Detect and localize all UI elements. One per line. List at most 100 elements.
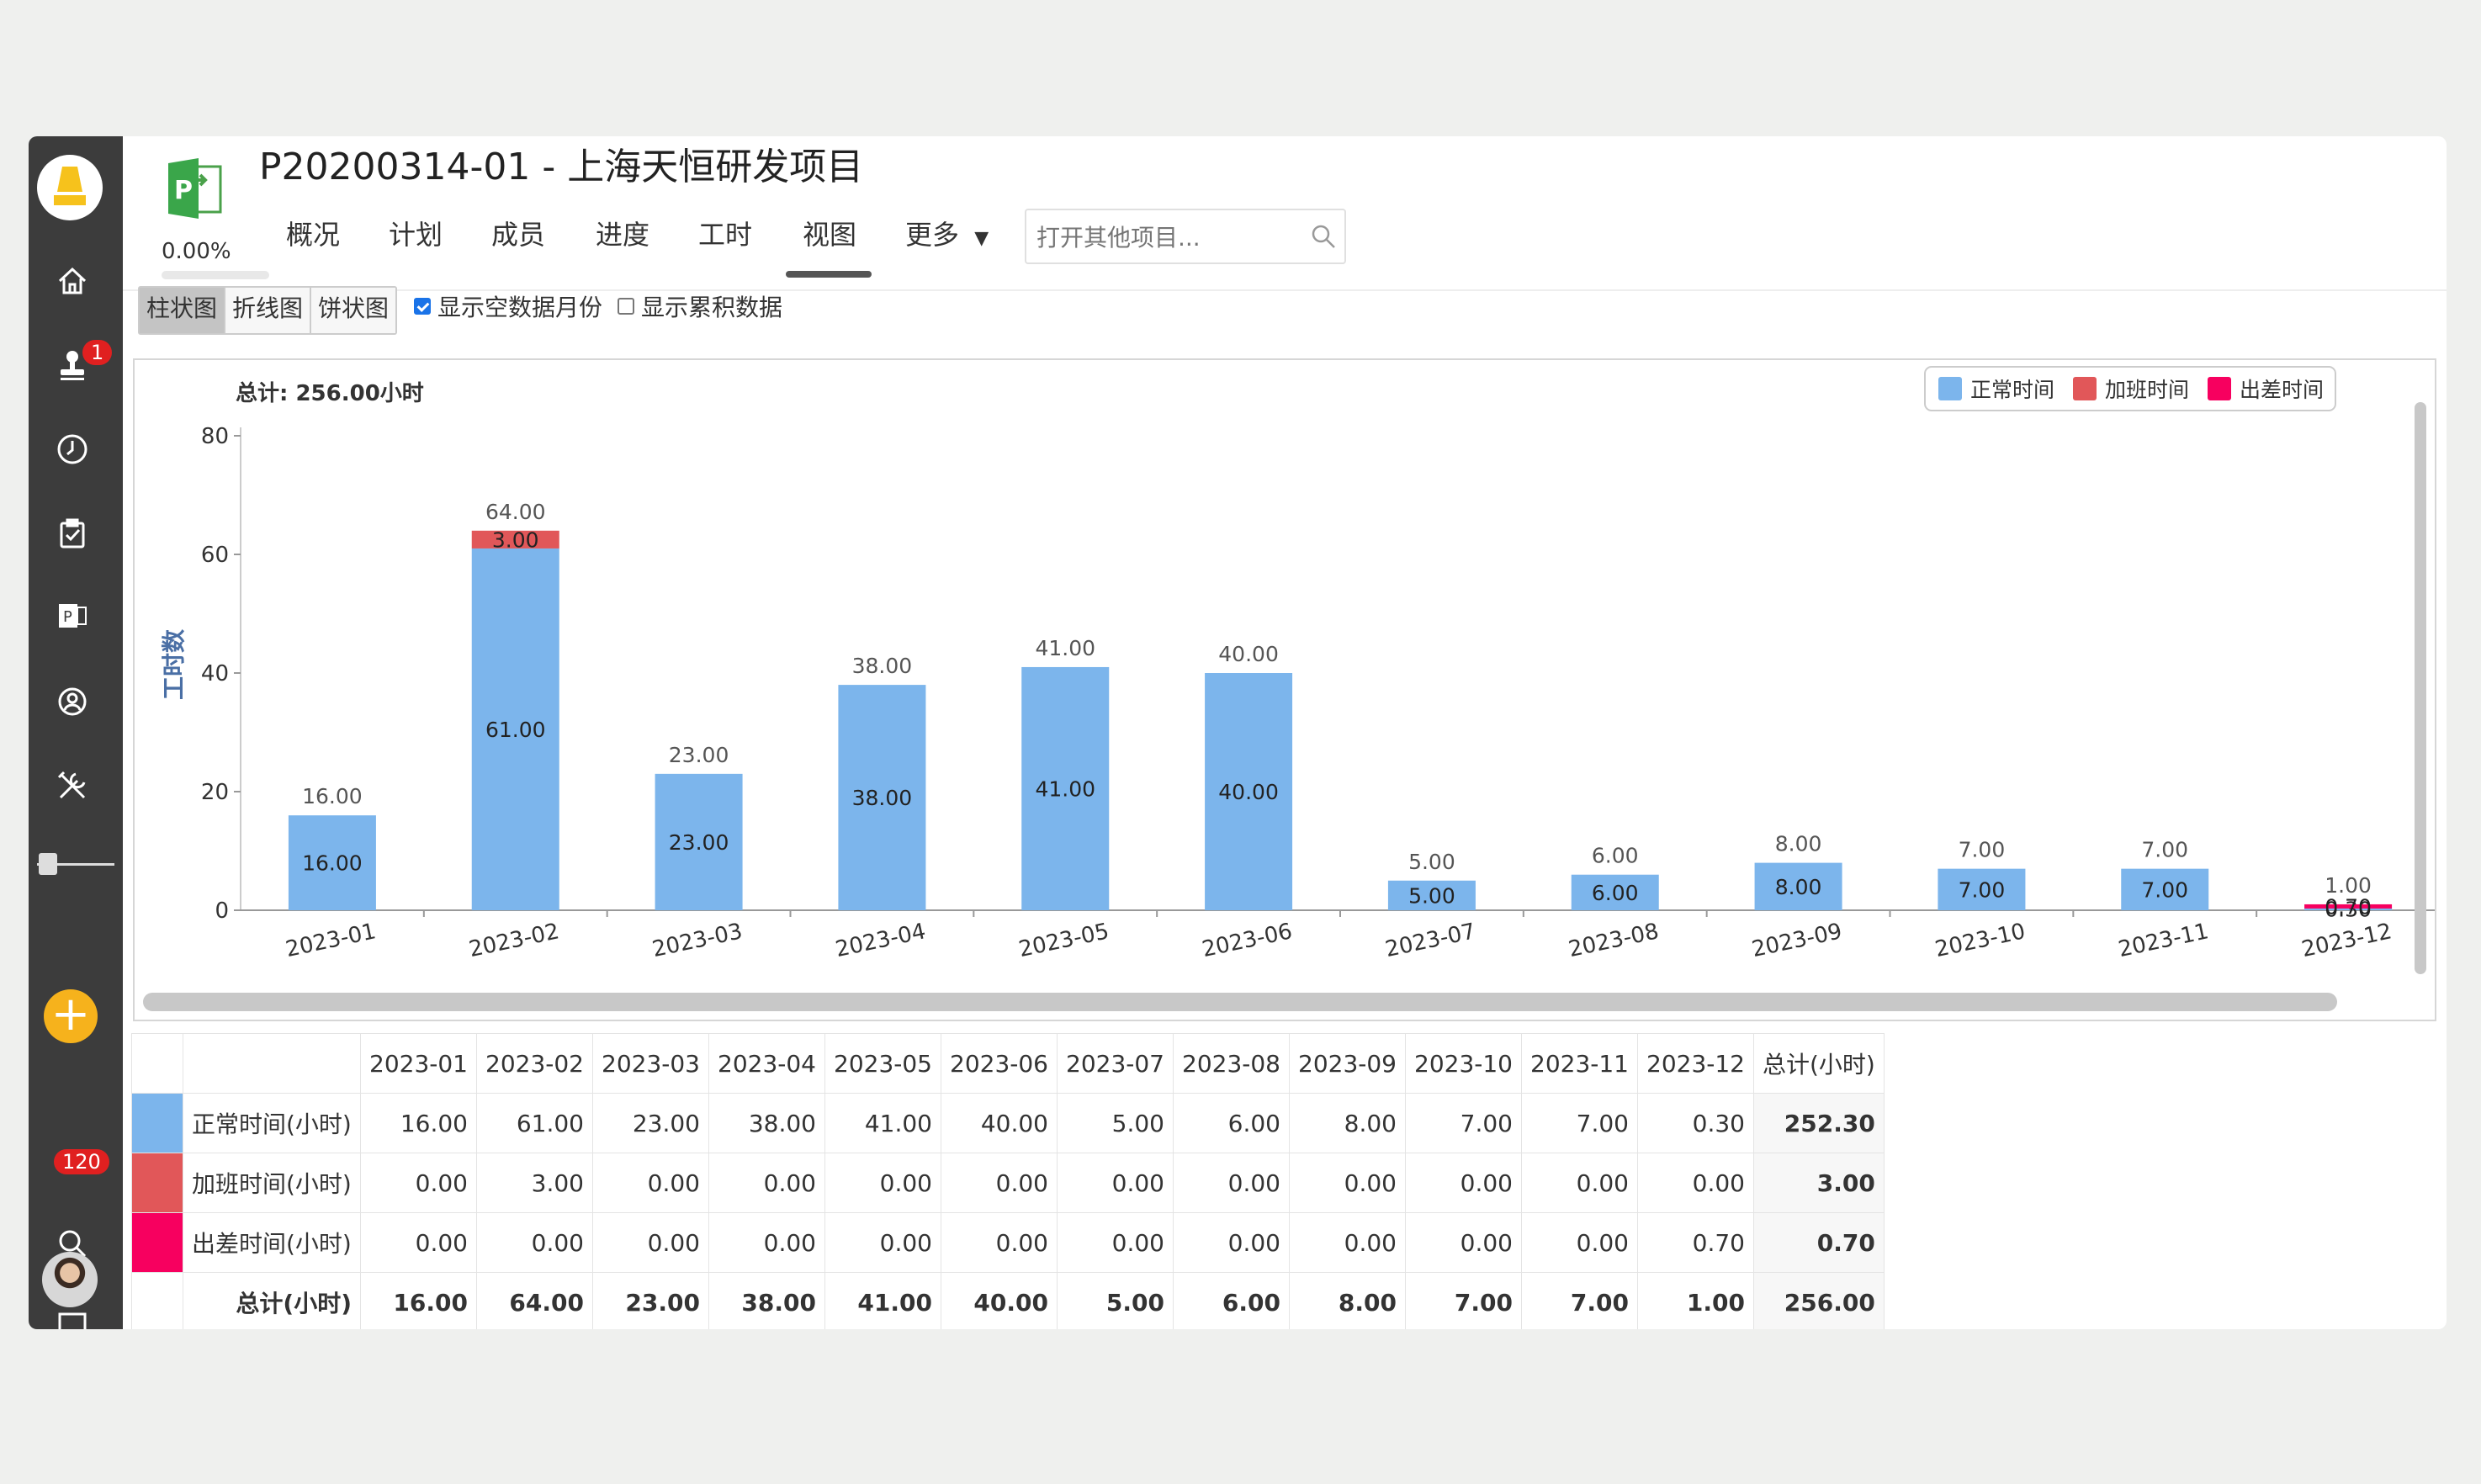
table-cell: 40.00 — [941, 1093, 1058, 1153]
bar-segment-label: 5.00 — [1408, 883, 1455, 908]
row-label: 总计(小时) — [183, 1272, 361, 1329]
chat-icon[interactable] — [54, 1306, 91, 1329]
chart-panel: 总计: 256.00小时 0 20 40 60 80 工时数 16.00 16.00 2023-0… — [133, 358, 2436, 1021]
column-header[interactable]: 2023-06 — [941, 1033, 1058, 1094]
tab-overview[interactable]: 概况 — [286, 214, 340, 252]
table-cell: 41.00 — [824, 1272, 941, 1329]
table-cell: 38.00 — [708, 1272, 825, 1329]
bar-segment-label: 3.00 — [492, 527, 539, 552]
table-cell: 0.00 — [592, 1153, 709, 1213]
tab-view[interactable]: 视图 — [803, 214, 856, 252]
x-tick-label: 2023-02 — [467, 919, 562, 962]
table-cell: 8.00 — [1289, 1093, 1406, 1153]
table-header-row: 2023-01 2023-02 2023-03 2023-04 2023-05 2023-… — [131, 1033, 1885, 1094]
table-row: 出差时间(小时) 0.00 0.00 0.00 0.00 0.00 0.00 0.00 0.00… — [131, 1212, 1885, 1273]
bar-total-label: 38.00 — [852, 654, 913, 678]
column-header[interactable]: 2023-02 — [476, 1033, 593, 1094]
clipboard-check-icon[interactable] — [54, 515, 91, 552]
row-label: 出差时间(小时) — [183, 1212, 361, 1273]
team-icon[interactable] — [54, 683, 91, 720]
avatar[interactable] — [42, 1252, 98, 1307]
active-tab-indicator — [786, 271, 872, 278]
project-search[interactable] — [1025, 209, 1346, 264]
table-cell: 23.00 — [592, 1093, 709, 1153]
header-empty-cell — [131, 1033, 183, 1094]
x-tick-label: 2023-10 — [1933, 919, 2028, 962]
table-cell: 0.00 — [1521, 1153, 1638, 1213]
bar-total-label: 16.00 — [302, 784, 363, 808]
add-button[interactable]: + — [44, 989, 98, 1043]
bar-total-label: 5.00 — [1408, 850, 1455, 874]
show-empty-months-checkbox[interactable] — [414, 298, 431, 315]
column-header[interactable]: 2023-11 — [1521, 1033, 1638, 1094]
project-search-input[interactable] — [1035, 217, 1307, 257]
legend-label: 出差时间 — [2240, 378, 2324, 402]
column-header[interactable]: 2023-12 — [1637, 1033, 1754, 1094]
tab-timesheet[interactable]: 工时 — [698, 214, 752, 252]
tab-plan[interactable]: 计划 — [389, 214, 443, 252]
bar-total-label: 7.00 — [2141, 838, 2188, 862]
table-row: 正常时间(小时) 16.00 61.00 23.00 38.00 41.00 40.00 5.… — [131, 1093, 1885, 1153]
home-icon[interactable] — [54, 262, 91, 299]
table-cell: 0.00 — [1637, 1153, 1754, 1213]
legend-label: 正常时间 — [1970, 378, 2054, 402]
grand-total-cell: 256.00 — [1753, 1272, 1885, 1329]
column-header[interactable]: 2023-04 — [708, 1033, 825, 1094]
table-row: 加班时间(小时) 0.00 3.00 0.00 0.00 0.00 0.00 0.00 0.00… — [131, 1153, 1885, 1213]
notification-badge: 1 — [82, 340, 113, 365]
tab-more[interactable]: 更多 ▼ — [905, 214, 989, 252]
show-empty-months-option[interactable]: 显示空数据月份 — [414, 289, 602, 323]
search-icon[interactable] — [1309, 222, 1338, 251]
tab-progress[interactable]: 进度 — [596, 214, 649, 252]
column-header[interactable]: 2023-05 — [824, 1033, 941, 1094]
column-header[interactable]: 总计(小时) — [1753, 1033, 1885, 1094]
clock-icon[interactable] — [54, 431, 91, 468]
table-cell: 0.00 — [476, 1212, 593, 1273]
tools-icon[interactable] — [54, 767, 91, 804]
pie-chart-button[interactable]: 饼状图 — [311, 288, 396, 333]
vertical-scrollbar[interactable] — [2415, 402, 2426, 974]
progress-percent: 0.00% — [162, 239, 231, 264]
tab-members[interactable]: 成员 — [491, 214, 545, 252]
legend-swatch — [1938, 377, 1962, 400]
sidebar: 1 P + 120 — [29, 136, 123, 1329]
show-cumulative-option[interactable]: 显示累积数据 — [618, 289, 782, 323]
x-tick-label: 2023-04 — [834, 919, 929, 962]
y-tick-label: 40 — [201, 661, 229, 686]
page-title: P20200314-01 - 上海天恒研发项目 — [259, 146, 864, 188]
tab-more-label: 更多 — [905, 219, 960, 251]
table-cell: 0.00 — [1405, 1212, 1522, 1273]
line-chart-button[interactable]: 折线图 — [225, 288, 312, 333]
column-header[interactable]: 2023-03 — [592, 1033, 709, 1094]
bar-segment-label: 40.00 — [1218, 780, 1279, 804]
table-cell: 16.00 — [360, 1093, 477, 1153]
column-header[interactable]: 2023-10 — [1405, 1033, 1522, 1094]
sidebar-collapse-handle[interactable] — [39, 853, 57, 875]
series-color-swatch — [131, 1093, 183, 1153]
bar-chart-button[interactable]: 柱状图 — [140, 288, 226, 333]
bar-segment-label: 61.00 — [485, 718, 546, 742]
legend-swatch — [2073, 377, 2097, 400]
table-cell: 7.00 — [1521, 1093, 1638, 1153]
svg-text:P: P — [63, 608, 72, 626]
bar-total-label: 64.00 — [485, 500, 546, 524]
row-total-cell: 3.00 — [1753, 1153, 1885, 1213]
column-header[interactable]: 2023-07 — [1057, 1033, 1174, 1094]
column-header[interactable]: 2023-09 — [1289, 1033, 1406, 1094]
column-header[interactable]: 2023-08 — [1173, 1033, 1290, 1094]
legend-label: 加班时间 — [2105, 378, 2189, 402]
show-cumulative-checkbox[interactable] — [618, 298, 634, 315]
table-cell: 0.00 — [708, 1153, 825, 1213]
table-cell: 0.00 — [360, 1153, 477, 1213]
bar-segment-label: 7.00 — [1959, 877, 2006, 902]
project-icon[interactable]: P — [54, 597, 91, 634]
column-header[interactable]: 2023-01 — [360, 1033, 477, 1094]
horizontal-scrollbar[interactable] — [143, 993, 2337, 1011]
table-cell: 5.00 — [1057, 1272, 1174, 1329]
table-cell: 0.00 — [941, 1153, 1058, 1213]
data-table: 2023-01 2023-02 2023-03 2023-04 2023-05 2023-… — [131, 1033, 1885, 1329]
stacked-bar-chart: 总计: 256.00小时 0 20 40 60 80 工时数 16.00 16.00 2023-0… — [160, 366, 2435, 962]
row-total-cell: 0.70 — [1753, 1212, 1885, 1273]
app-logo[interactable] — [37, 155, 103, 220]
bar-total-label: 6.00 — [1592, 844, 1639, 868]
